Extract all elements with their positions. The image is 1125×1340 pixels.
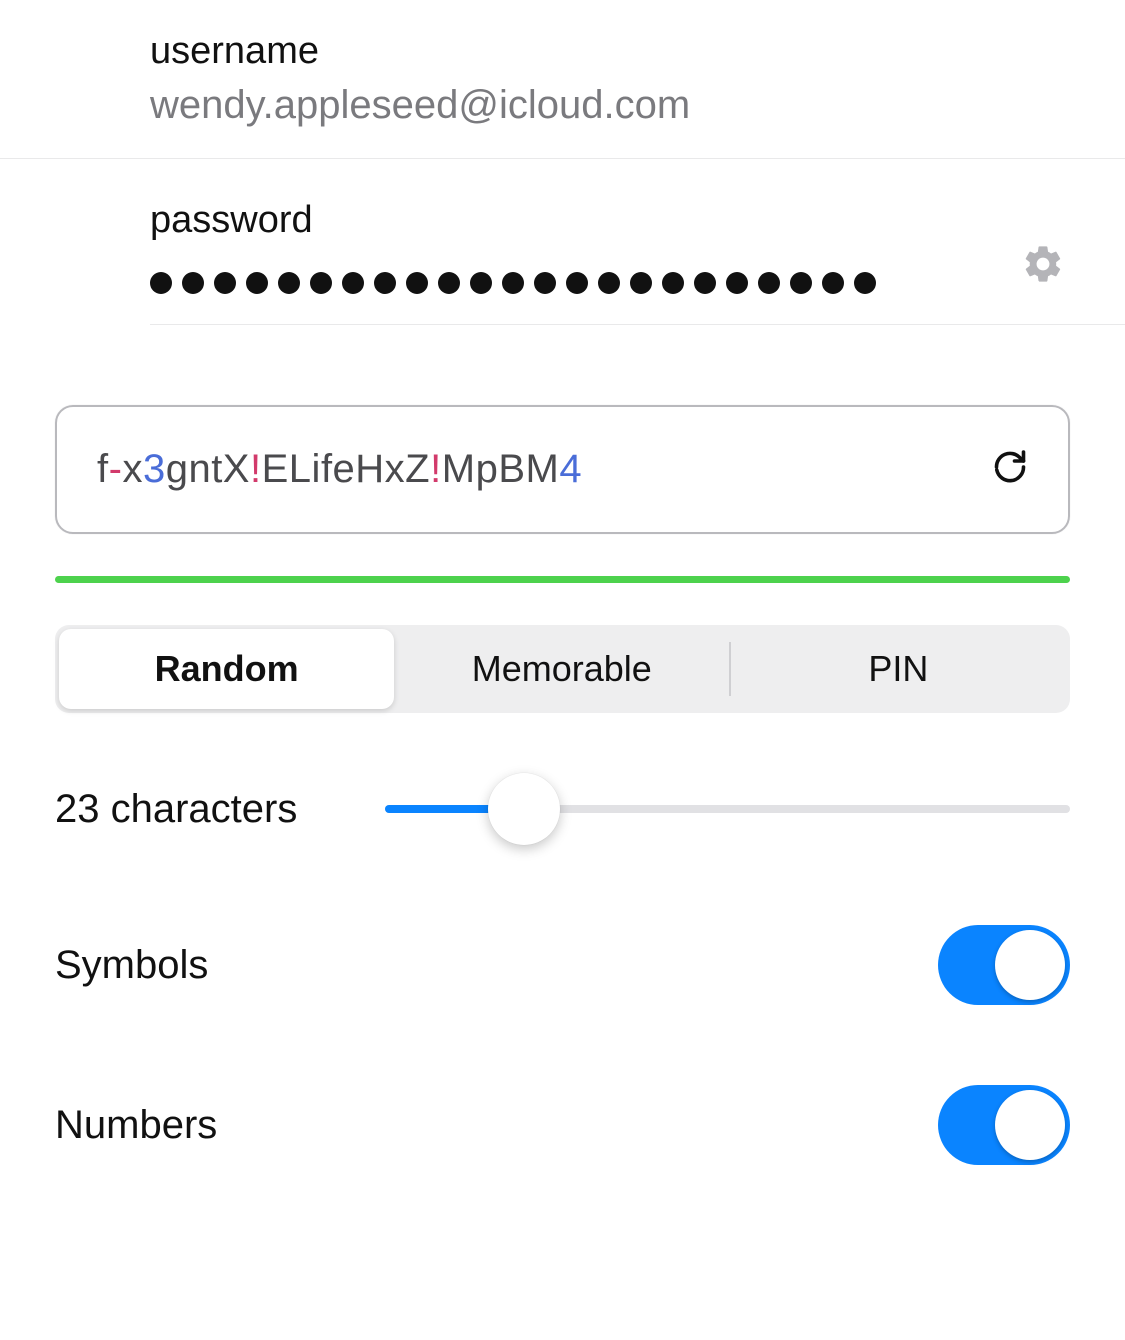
slider-thumb[interactable] (488, 773, 560, 845)
gear-icon[interactable] (1021, 242, 1065, 291)
tab-random[interactable]: Random (59, 629, 394, 709)
password-generator: f-x3gntX!ELifeHxZ!MpBM4 Random Memorable… (0, 325, 1125, 1165)
numbers-toggle[interactable] (938, 1085, 1070, 1165)
numbers-row: Numbers (55, 1085, 1070, 1165)
symbols-label: Symbols (55, 943, 208, 988)
length-slider[interactable] (385, 773, 1070, 845)
symbols-toggle[interactable] (938, 925, 1070, 1005)
tab-memorable[interactable]: Memorable (394, 648, 729, 690)
numbers-label: Numbers (55, 1103, 217, 1148)
username-label: username (150, 30, 1085, 73)
generated-password-text: f-x3gntX!ELifeHxZ!MpBM4 (97, 447, 582, 492)
password-masked[interactable] (150, 272, 876, 294)
symbols-row: Symbols (55, 925, 1070, 1005)
length-label: 23 characters (55, 787, 345, 832)
password-strength-bar (55, 576, 1070, 583)
password-label: password (150, 199, 876, 242)
password-type-segmented: Random Memorable PIN (55, 625, 1070, 713)
length-row: 23 characters (55, 773, 1070, 845)
username-row: username wendy.appleseed@icloud.com (0, 0, 1125, 159)
password-row: password (150, 159, 1125, 325)
refresh-icon[interactable] (992, 449, 1028, 490)
generated-password-box[interactable]: f-x3gntX!ELifeHxZ!MpBM4 (55, 405, 1070, 534)
tab-pin[interactable]: PIN (731, 648, 1066, 690)
username-value[interactable]: wendy.appleseed@icloud.com (150, 83, 1085, 128)
